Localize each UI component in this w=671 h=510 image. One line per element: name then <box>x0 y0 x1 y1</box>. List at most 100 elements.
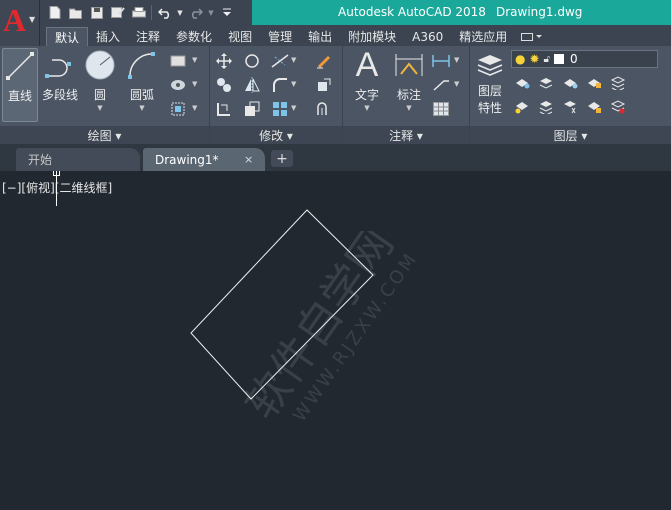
close-icon[interactable]: × <box>244 153 253 166</box>
scale-icon[interactable] <box>242 100 262 118</box>
polyline-button[interactable]: 多段线 <box>40 48 80 103</box>
drawing-canvas[interactable]: 软件自学网 WWW.RJZXW.COM [−][俯视][二维线框] <box>0 171 671 510</box>
panel-modify-title[interactable]: 修改 ▾ <box>210 126 342 144</box>
tab-drawing1[interactable]: Drawing1* × <box>143 148 265 171</box>
title-bar: A ▼ ▼ ▼ Autodesk AutoCAD 2018 Drawing1.d… <box>0 0 671 46</box>
tab-addins[interactable]: 附加模块 <box>340 27 404 46</box>
layer-properties-button[interactable]: 图层 特性 <box>472 48 508 116</box>
linear-dimension-icon[interactable] <box>431 52 451 70</box>
layer-previous-icon[interactable] <box>536 98 556 116</box>
panel-draw-title[interactable]: 绘图 ▾ <box>0 126 209 144</box>
drawing-geometry <box>190 209 374 400</box>
polyline-icon <box>43 48 77 82</box>
tab-parametric[interactable]: 参数化 <box>168 27 220 46</box>
explode-icon[interactable] <box>314 76 334 94</box>
chevron-down-icon[interactable]: ▼ <box>192 104 197 112</box>
rotated-rectangle[interactable] <box>190 209 374 400</box>
quick-access-toolbar: ▼ ▼ <box>44 3 237 22</box>
sun-icon[interactable]: ✹ <box>529 52 539 66</box>
title-area: Autodesk AutoCAD 2018 Drawing1.dwg <box>252 0 671 25</box>
layer-lock-icon[interactable] <box>584 74 604 92</box>
dimension-label: 标注 <box>396 88 421 102</box>
chevron-down-icon[interactable]: ▼ <box>454 56 459 64</box>
open-icon[interactable] <box>65 3 86 22</box>
line-icon <box>3 49 37 83</box>
chevron-down-icon[interactable]: ▼ <box>454 80 459 88</box>
chevron-down-icon[interactable]: ▼ <box>291 104 296 112</box>
undo-icon[interactable] <box>154 3 175 22</box>
array-icon[interactable] <box>270 100 290 118</box>
tab-start[interactable]: 开始 <box>16 148 140 171</box>
saveas-icon[interactable] <box>107 3 128 22</box>
layer-dropdown[interactable]: ● ✹ 🔓︎ 0 <box>511 50 658 68</box>
customize-dropdown-icon[interactable] <box>216 3 237 22</box>
panel-draw: 直线 多段线 圆 ▼ 圆弧 ▼ ▼ ▼ ▼ 绘图 ▾ <box>0 46 210 144</box>
layer-thaw-icon[interactable] <box>560 98 580 116</box>
move-icon[interactable] <box>214 52 234 70</box>
tab-a360[interactable]: A360 <box>404 27 451 46</box>
erase-icon[interactable] <box>314 52 334 70</box>
panel-annotation: A 文字 ▼ 标注 ▼ ▼ ▼ 注释 ▾ <box>343 46 470 144</box>
tab-view[interactable]: 视图 <box>220 27 260 46</box>
layer-stack-icon[interactable] <box>608 74 628 92</box>
chevron-down-icon: ▼ <box>406 104 412 112</box>
redo-icon[interactable] <box>185 3 206 22</box>
chevron-down-icon[interactable]: ▼ <box>291 56 296 64</box>
save-icon[interactable] <box>86 3 107 22</box>
new-tab-button[interactable]: + <box>271 150 293 167</box>
layer-isolate-icon[interactable] <box>536 74 556 92</box>
arc-icon <box>125 48 159 82</box>
layer-freeze-icon[interactable] <box>560 74 580 92</box>
ribbon-options-dropdown-icon[interactable] <box>515 27 549 46</box>
chevron-down-icon[interactable]: ▼ <box>291 80 296 88</box>
chevron-down-icon[interactable]: ▼ <box>192 80 197 88</box>
plot-icon[interactable] <box>128 3 149 22</box>
application-menu-button[interactable]: A ▼ <box>0 0 40 46</box>
layer-color-swatch[interactable] <box>554 54 565 64</box>
layer-unlock-icon[interactable] <box>584 98 604 116</box>
stretch-icon[interactable] <box>214 100 234 118</box>
circle-label: 圆 <box>93 88 106 102</box>
rectangle-icon[interactable] <box>168 52 188 70</box>
circle-button[interactable]: 圆 ▼ <box>84 48 116 112</box>
autocad-logo-icon: A <box>3 2 27 38</box>
tab-output[interactable]: 输出 <box>300 27 340 46</box>
polyline-label: 多段线 <box>41 88 78 102</box>
layer-off-icon[interactable] <box>512 74 532 92</box>
unlock-icon[interactable]: 🔓︎ <box>544 54 550 65</box>
text-button[interactable]: A 文字 ▼ <box>349 46 385 113</box>
tab-featured-apps[interactable]: 精选应用 <box>451 27 515 46</box>
panel-annotation-title[interactable]: 注释 ▾ <box>343 126 469 144</box>
text-label: 文字 <box>354 88 379 102</box>
offset-icon[interactable] <box>314 100 334 118</box>
tab-manage[interactable]: 管理 <box>260 27 300 46</box>
file-tab-bar: 开始 Drawing1* × + <box>0 144 671 171</box>
tab-default[interactable]: 默认 <box>46 27 89 46</box>
table-icon[interactable] <box>431 100 451 118</box>
lightbulb-icon[interactable]: ● <box>515 52 525 66</box>
layer-properties-icon <box>473 48 507 82</box>
redo-dropdown-icon[interactable]: ▼ <box>206 3 216 22</box>
dimension-icon <box>392 48 426 82</box>
dimension-button[interactable]: 标注 ▼ <box>391 48 427 112</box>
undo-dropdown-icon[interactable]: ▼ <box>175 3 185 22</box>
tab-insert[interactable]: 插入 <box>88 27 128 46</box>
fillet-icon[interactable] <box>270 76 290 94</box>
line-button[interactable]: 直线 <box>2 48 38 122</box>
hatch-icon[interactable] <box>168 76 188 94</box>
layer-match-icon[interactable] <box>512 98 532 116</box>
panel-modify: ▼ ▼ ▼ 修改 ▾ <box>210 46 343 144</box>
layer-merge-icon[interactable] <box>608 98 628 116</box>
boundary-icon[interactable] <box>168 100 188 118</box>
chevron-down-icon[interactable]: ▼ <box>192 56 197 64</box>
new-icon[interactable] <box>44 3 65 22</box>
rotate-icon[interactable] <box>242 52 262 70</box>
panel-layers-title[interactable]: 图层 ▾ <box>470 126 671 144</box>
tab-annotate[interactable]: 注释 <box>128 27 168 46</box>
arc-button[interactable]: 圆弧 ▼ <box>124 48 160 112</box>
trim-icon[interactable] <box>270 52 290 70</box>
ribbon-tab-bar: 默认 插入 注释 参数化 视图 管理 输出 附加模块 A360 精选应用 <box>40 25 671 46</box>
mirror-icon[interactable] <box>242 76 262 94</box>
copy-icon[interactable] <box>214 76 234 94</box>
leader-icon[interactable] <box>431 76 451 94</box>
